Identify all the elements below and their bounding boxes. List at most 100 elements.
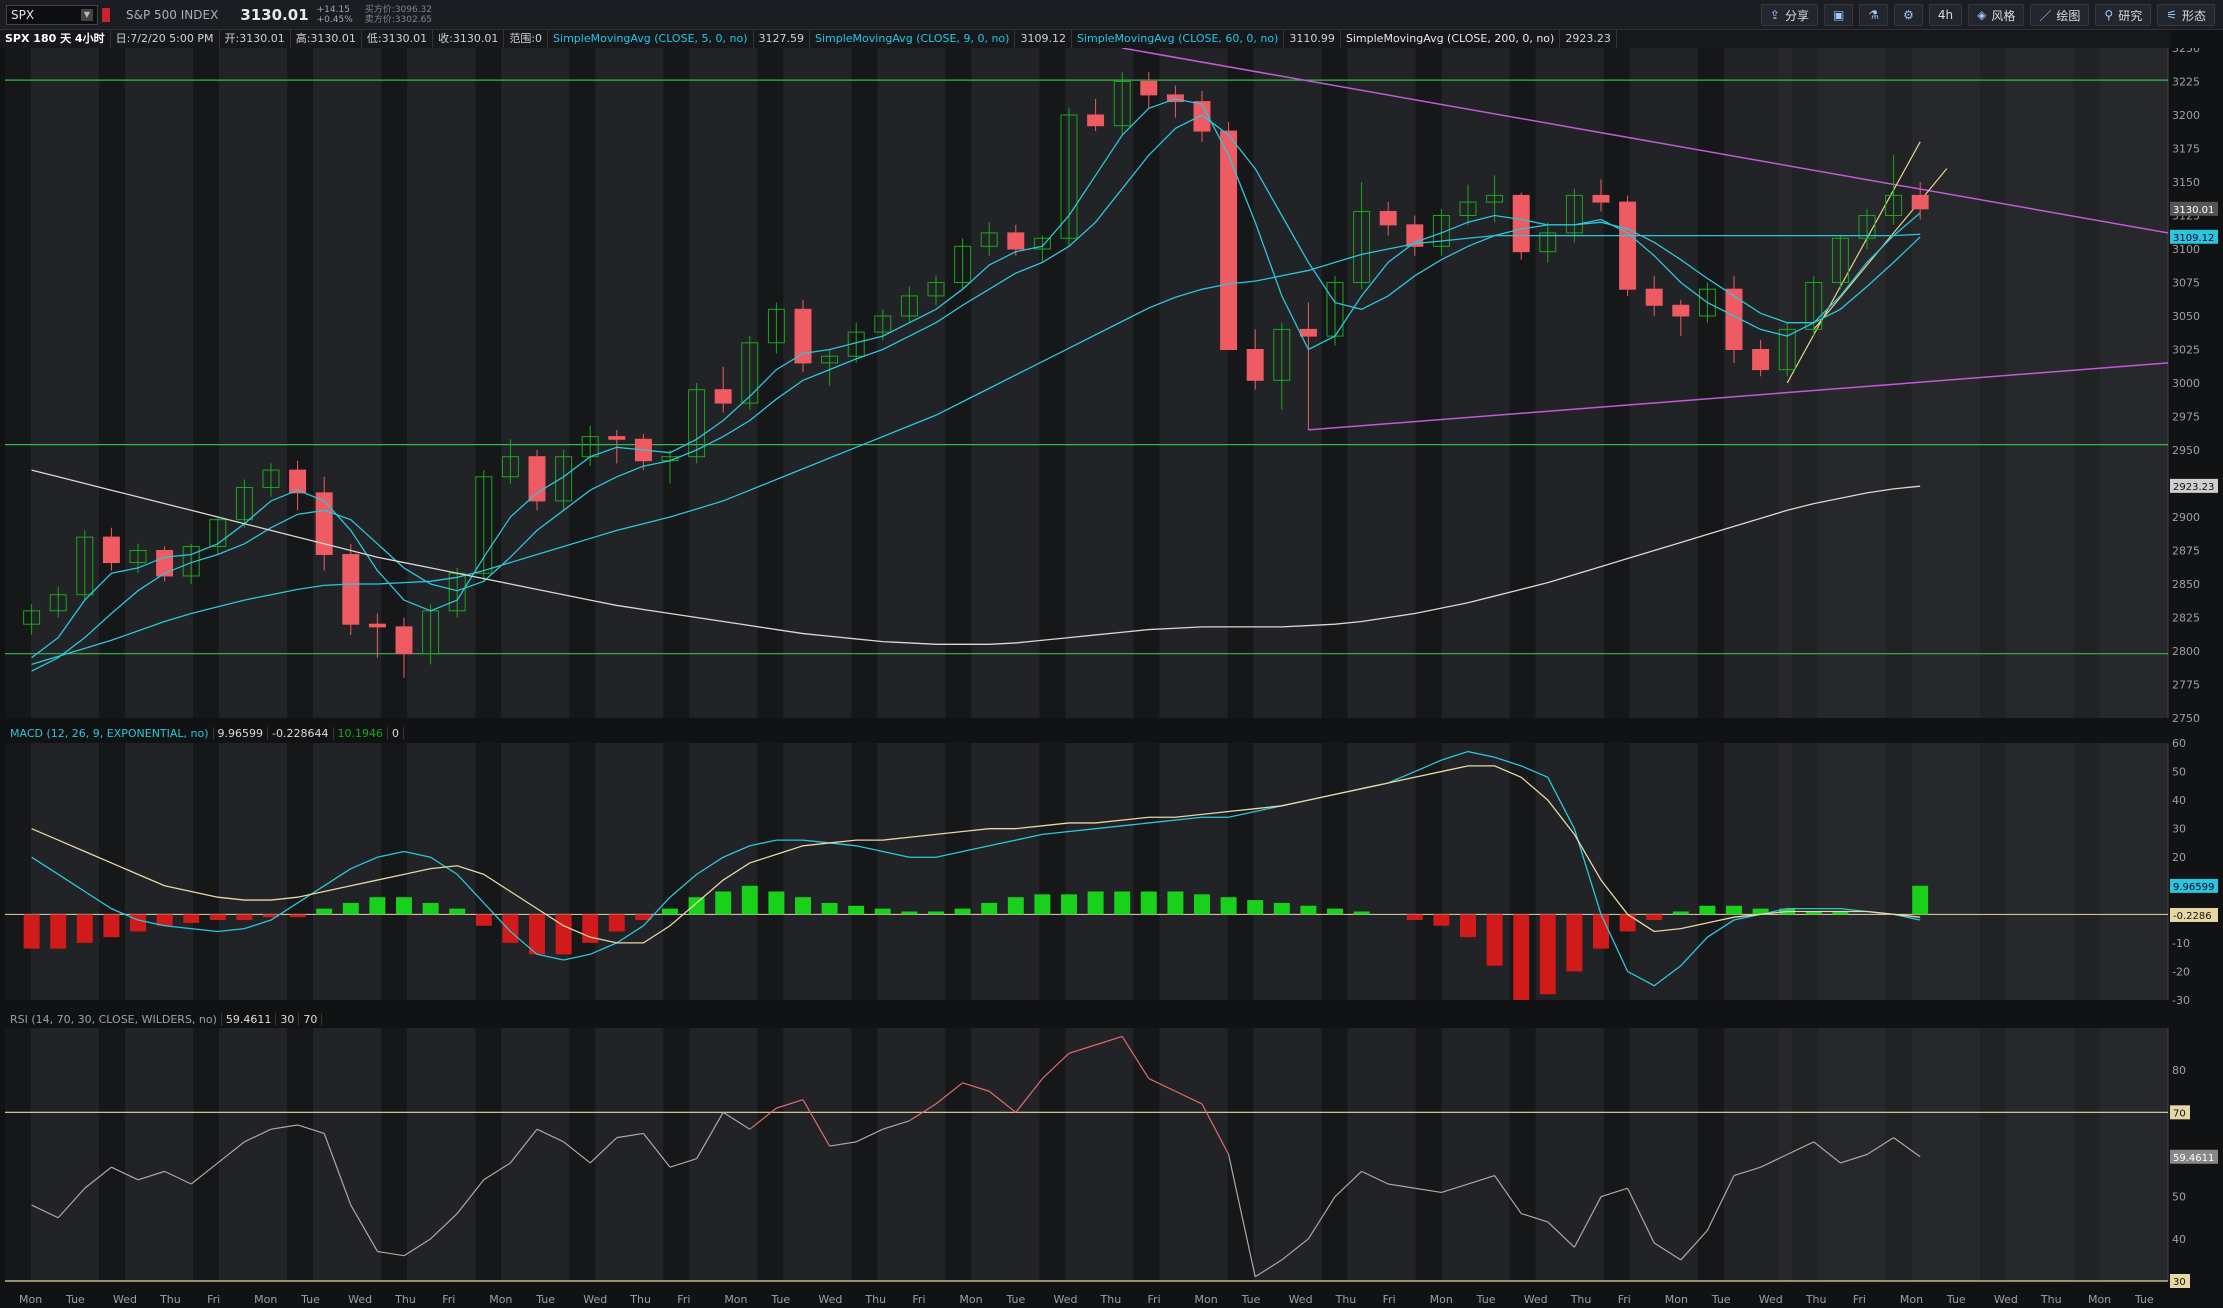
top-bar: SPX ▼ S&P 500 INDEX 3130.01 +14.15 +0.45% … <box>0 0 2223 30</box>
toolbar-button-style-icon[interactable]: ◈ 风格 <box>1968 4 2025 26</box>
session-band <box>381 743 408 1000</box>
toolbar-button-gear-icon[interactable]: ⚙ <box>1894 4 1923 26</box>
ask-price: 卖方价:3302.65 <box>364 14 433 25</box>
toolbar-label: 研究 <box>2118 8 2143 23</box>
session-band <box>287 1028 313 1281</box>
symbol-input[interactable]: SPX ▼ <box>6 4 98 25</box>
y-tick-label: 2875 <box>2172 545 2200 558</box>
toolbar-button-interval[interactable]: 4h <box>1928 4 1963 26</box>
candle-body <box>1007 232 1025 250</box>
candle-body <box>528 456 546 502</box>
session-band <box>1039 743 1066 1000</box>
session-band <box>1321 743 1348 1000</box>
sma9-label[interactable]: SimpleMovingAvg (CLOSE, 9, 0, no) <box>810 30 1016 48</box>
chart-area[interactable]: 2750277528002825285028752900292529502975… <box>0 48 2223 1308</box>
session-band <box>1603 1028 1630 1281</box>
sma60-label[interactable]: SimpleMovingAvg (CLOSE, 60, 0, no) <box>1072 30 1285 48</box>
macd-histogram-bar <box>768 891 785 915</box>
macd-histogram-bar <box>1486 914 1503 966</box>
macd-histogram-bar <box>1247 900 1264 915</box>
session-band <box>99 1028 125 1281</box>
session-band <box>1321 1028 1348 1281</box>
session-band <box>1133 743 1160 1000</box>
flask-icon: ⚗ <box>1868 8 1880 22</box>
macd-histogram-bar <box>1513 914 1530 1000</box>
session-band <box>193 48 219 718</box>
macd-histogram-bar <box>422 902 439 915</box>
session-band <box>945 743 972 1000</box>
y-tick-label: 3050 <box>2172 310 2200 323</box>
y-tick-label: 2775 <box>2172 679 2200 692</box>
session-band <box>381 48 408 718</box>
macd-histogram-bar <box>289 914 306 918</box>
session-band <box>851 48 878 718</box>
macd-histogram-bar <box>130 914 146 932</box>
macd-value-tag: 9.96599 <box>2173 882 2214 893</box>
macd-histogram-bar <box>1194 894 1210 915</box>
share-icon: ⇪ <box>1769 8 1780 22</box>
macd-tick-label: 50 <box>2172 766 2186 779</box>
session-band <box>1039 1028 1066 1281</box>
x-tick-label: Fri <box>1383 1293 1396 1306</box>
y-tick-label: 3200 <box>2172 109 2200 122</box>
macd-histogram-bar <box>901 911 918 915</box>
macd-histogram-bar <box>1353 911 1370 915</box>
screen-icon: ▣ <box>1833 8 1845 22</box>
x-tick-label: Fri <box>207 1293 220 1306</box>
toolbar-button-flask-icon[interactable]: ⚗ <box>1859 4 1889 26</box>
session-band <box>381 1028 408 1281</box>
session-band <box>193 743 219 1000</box>
x-tick-label: Wed <box>583 1293 607 1306</box>
macd-histogram-bar <box>1140 891 1157 915</box>
toolbar-button-share-icon[interactable]: ⇪ 分享 <box>1760 4 1818 26</box>
x-tick-label: Tue <box>1711 1293 1731 1306</box>
rsi-value-tag: 59.4611 <box>2173 1153 2214 1164</box>
session-band <box>1227 1028 1254 1281</box>
chevron-down-icon[interactable]: ▼ <box>81 8 93 21</box>
candle-body <box>608 436 626 440</box>
future-area <box>1778 743 2168 1000</box>
range-value: 范围:0 <box>504 30 549 48</box>
session-band <box>193 1028 219 1281</box>
macd-histogram-bar <box>1273 902 1290 915</box>
rsi-tick-label: 50 <box>2172 1191 2186 1204</box>
x-tick-label: Mon <box>724 1293 747 1306</box>
toolbar-button-study-icon[interactable]: ⚲ 研究 <box>2095 4 2152 26</box>
candle-body <box>714 389 732 404</box>
y-tick-label: 2850 <box>2172 578 2200 591</box>
macd-histogram-bar <box>662 908 678 915</box>
x-tick-label: Mon <box>1665 1293 1688 1306</box>
future-area <box>1778 1028 2168 1281</box>
sma9-tag: 3109.12 <box>2173 233 2214 244</box>
session-band <box>945 1028 972 1281</box>
x-tick-label: Fri <box>677 1293 690 1306</box>
x-tick-label: Wed <box>1524 1293 1548 1306</box>
bid-price: 买方价:3096.32 <box>364 4 433 15</box>
session-band <box>757 743 784 1000</box>
bid-ask: 买方价:3096.32 卖方价:3302.65 <box>365 5 432 25</box>
toolbar-button-screen-icon[interactable]: ▣ <box>1824 4 1854 26</box>
change-value: +14.15 <box>316 4 350 15</box>
macd-histogram-bar <box>1593 914 1609 949</box>
x-tick-label: Tue <box>535 1293 555 1306</box>
macd-histogram-bar <box>1672 911 1689 915</box>
rsi-level-tag: 30 <box>2173 1277 2186 1288</box>
macd-histogram-bar <box>369 897 386 915</box>
x-tick-label: Thu <box>1335 1293 1357 1306</box>
sma200-label[interactable]: SimpleMovingAvg (CLOSE, 200, 0, no) <box>1341 30 1561 48</box>
toolbar-button-pattern-icon[interactable]: ⚟ 形态 <box>2157 4 2215 26</box>
x-tick-label: Tue <box>1241 1293 1261 1306</box>
session-band <box>1509 48 1536 718</box>
y-tick-label: 2750 <box>2172 712 2200 725</box>
session-band <box>99 743 125 1000</box>
flag-icon[interactable] <box>102 7 110 22</box>
macd-histogram-bar <box>1300 905 1317 915</box>
x-tick-label: Thu <box>2040 1293 2062 1306</box>
session-band <box>1227 743 1254 1000</box>
sma5-label[interactable]: SimpleMovingAvg (CLOSE, 5, 0, no) <box>548 30 754 48</box>
toolbar-button-draw-icon[interactable]: ／ 绘图 <box>2030 4 2090 26</box>
macd-tick-label: 30 <box>2172 823 2186 836</box>
session-band <box>663 1028 690 1281</box>
macd-tick-label: -10 <box>2172 937 2190 950</box>
candle-body <box>1911 194 1929 210</box>
